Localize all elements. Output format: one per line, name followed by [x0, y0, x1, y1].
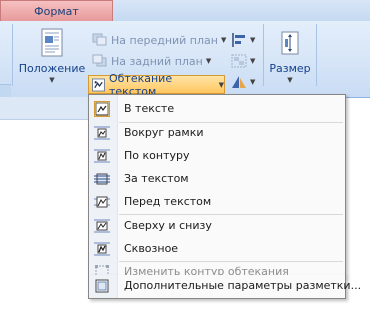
menu-item-label: Сквозное	[124, 242, 179, 255]
align-button[interactable]: ▼	[231, 31, 255, 49]
align-icon	[232, 33, 245, 47]
menu-item-behind-text[interactable]: За текстом	[90, 168, 344, 190]
behind-text-icon	[94, 171, 110, 187]
menu-item-label: За текстом	[124, 172, 189, 185]
group-button[interactable]: ▼	[231, 52, 255, 70]
bring-to-front-label: На передний план	[111, 33, 218, 47]
text-wrapping-button[interactable]: Обтекание текстом ▼	[88, 72, 225, 98]
top-bottom-wrap-icon	[94, 218, 110, 234]
text-wrapping-menu-bottom: Дополнительные параметры разметки...	[88, 275, 361, 299]
inline-wrap-icon	[94, 101, 110, 117]
through-wrap-icon	[94, 241, 110, 257]
send-to-back-button[interactable]: На задний план ▼	[92, 52, 211, 70]
menu-item-label: Дополнительные параметры разметки...	[124, 279, 362, 292]
chevron-down-icon: ▼	[250, 57, 256, 65]
chevron-down-icon: ▼	[205, 57, 212, 65]
tab-format-label: Формат	[34, 4, 79, 18]
menu-item-in-line[interactable]: В тексте	[90, 98, 344, 120]
menu-item-label: По контуру	[124, 149, 190, 162]
document-ruler	[0, 97, 92, 120]
menu-item-label: Сверху и снизу	[124, 219, 212, 232]
menu-item-tight[interactable]: По контуру	[90, 145, 344, 167]
text-wrapping-menu: В тексте Вокруг рамки По контуру За текс…	[88, 94, 346, 279]
tab-format[interactable]: Формат	[0, 0, 113, 21]
more-layout-options-icon	[94, 278, 110, 294]
position-button[interactable]: Положение ▼	[18, 28, 86, 84]
document-area	[0, 120, 90, 328]
chevron-down-icon: ▼	[250, 78, 256, 86]
square-wrap-icon	[94, 125, 110, 141]
chevron-down-icon: ▼	[250, 36, 256, 44]
group-separator	[12, 24, 13, 86]
menu-item-top-and-bottom[interactable]: Сверху и снизу	[90, 215, 344, 237]
rotate-button[interactable]: ▼	[231, 73, 255, 91]
size-label: Размер	[269, 62, 311, 75]
group-separator	[316, 24, 317, 86]
size-icon	[281, 31, 299, 55]
tight-wrap-icon	[94, 148, 110, 164]
group-separator	[263, 24, 264, 86]
text-wrapping-icon	[92, 78, 105, 91]
bring-to-front-icon	[92, 33, 107, 46]
menu-item-label: Вокруг рамки	[124, 126, 204, 139]
menu-item-more-layout-options[interactable]: Дополнительные параметры разметки...	[90, 275, 361, 297]
chevron-down-icon: ▼	[218, 80, 224, 89]
chevron-down-icon: ▼	[220, 36, 227, 44]
chevron-down-icon: ▼	[49, 76, 55, 84]
menu-item-label: Перед текстом	[124, 195, 212, 208]
menu-item-label: В тексте	[124, 102, 175, 115]
group-icon	[231, 54, 247, 68]
position-label: Положение	[18, 62, 86, 75]
menu-item-through[interactable]: Сквозное	[90, 238, 344, 260]
send-to-back-label: На задний план	[111, 54, 203, 68]
chevron-down-icon: ▼	[287, 76, 293, 84]
size-button[interactable]: Размер ▼	[268, 30, 312, 84]
menu-item-in-front-of-text[interactable]: Перед текстом	[90, 191, 344, 213]
send-to-back-icon	[92, 54, 107, 67]
bring-to-front-button[interactable]: На передний план ▼	[92, 31, 226, 49]
position-icon	[41, 28, 63, 57]
rotate-icon	[232, 76, 246, 88]
front-text-icon	[94, 194, 110, 210]
group-footer-left	[0, 84, 11, 97]
menu-item-square[interactable]: Вокруг рамки	[90, 122, 344, 144]
